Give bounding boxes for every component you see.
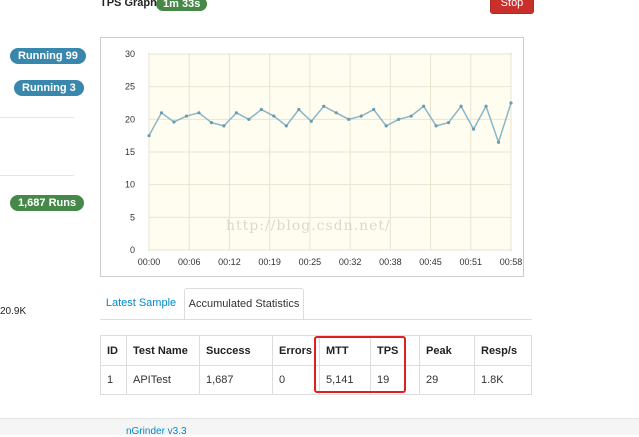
tps-data-point	[434, 124, 438, 128]
tps-data-point	[397, 117, 401, 121]
col-success: Success	[199, 335, 273, 366]
x-tick-label: 00:12	[218, 257, 241, 267]
sidebar-divider	[0, 175, 74, 176]
tps-data-point	[197, 111, 201, 115]
col-peak: Peak	[419, 335, 475, 366]
tps-data-point	[247, 117, 251, 121]
cell-test-name: APITest	[126, 365, 200, 395]
cell-resp: 1.8K	[474, 365, 532, 395]
tps-data-point	[234, 111, 238, 115]
tps-data-point	[184, 114, 189, 118]
y-tick-label: 20	[125, 114, 135, 124]
tab-accumulated-statistics[interactable]: Accumulated Statistics	[184, 288, 304, 320]
tps-data-point	[297, 107, 301, 112]
tps-graph-title: TPS Graph	[100, 0, 157, 9]
tps-data-point	[409, 114, 413, 118]
tps-data-point	[347, 117, 351, 121]
tps-data-point	[147, 134, 151, 138]
tps-data-point	[222, 124, 226, 128]
cell-peak: 29	[419, 365, 475, 395]
x-tick-label: 00:19	[258, 257, 281, 267]
x-tick-label: 00:06	[178, 257, 201, 267]
tps-data-point	[446, 121, 451, 125]
sidebar-divider	[0, 117, 74, 118]
tps-chart: 0 5 10 15 20 25 30 00:00 00:06 00:12 00:19 00:25 00:…	[125, 49, 523, 267]
y-tick-label: 15	[125, 147, 135, 157]
y-tick-label: 25	[125, 82, 135, 92]
watermark-text: http://blog.csdn.net/	[226, 218, 391, 234]
y-tick-label: 10	[125, 180, 135, 190]
tps-data-point	[159, 111, 164, 115]
tps-chart-panel: 0 5 10 15 20 25 30 00:00 00:06 00:12 00:19 00:25 00:…	[100, 37, 524, 277]
running-badge-1: Running 99	[10, 48, 86, 64]
elapsed-time-badge: 1m 33s	[156, 0, 208, 11]
footer-version-link[interactable]: nGrinder v3.3	[126, 426, 187, 437]
y-tick-label: 5	[130, 212, 135, 222]
tps-data-point	[496, 140, 501, 144]
tps-data-point	[422, 104, 426, 108]
tps-data-point	[284, 124, 288, 128]
tps-data-point	[459, 104, 463, 108]
x-tick-label: 00:32	[339, 257, 362, 267]
runs-badge: 1,687 Runs	[10, 195, 85, 211]
x-tick-label: 00:25	[299, 257, 322, 267]
tab-divider	[100, 319, 532, 320]
x-tick-label: 00:45	[419, 257, 442, 267]
cell-success: 1,687	[199, 365, 273, 395]
x-tick-label: 00:58	[500, 257, 523, 267]
cell-errors: 0	[272, 365, 320, 395]
tps-data-point	[259, 107, 263, 112]
y-tick-label: 30	[125, 49, 135, 59]
tps-data-point	[372, 107, 376, 112]
tps-data-point	[272, 114, 276, 118]
tps-data-point	[471, 127, 476, 131]
tps-data-point	[334, 111, 338, 115]
tps-data-point	[484, 104, 488, 108]
running-badge-2: Running 3	[14, 80, 84, 96]
col-test-name: Test Name	[126, 335, 200, 366]
tps-data-point	[322, 104, 326, 108]
mtt-tps-highlight	[314, 336, 406, 393]
y-tick-label: 0	[130, 245, 135, 255]
tps-data-point	[309, 119, 313, 123]
tps-data-point	[209, 121, 214, 125]
footer	[0, 418, 639, 435]
x-tick-label: 00:51	[460, 257, 483, 267]
col-id: ID	[100, 335, 127, 366]
tps-data-point	[509, 101, 513, 105]
col-resp: Resp/s	[474, 335, 532, 366]
tps-data-point	[359, 114, 363, 118]
tab-latest-sample[interactable]: Latest Sample	[100, 288, 182, 318]
x-tick-label: 00:00	[138, 257, 161, 267]
cell-id: 1	[100, 365, 127, 395]
x-tick-label: 00:38	[379, 257, 402, 267]
size-stat: 20.9K	[0, 306, 27, 317]
tps-data-point	[384, 124, 388, 128]
stop-button[interactable]: Stop	[490, 0, 534, 14]
tps-data-point	[172, 120, 176, 124]
col-errors: Errors	[272, 335, 320, 366]
